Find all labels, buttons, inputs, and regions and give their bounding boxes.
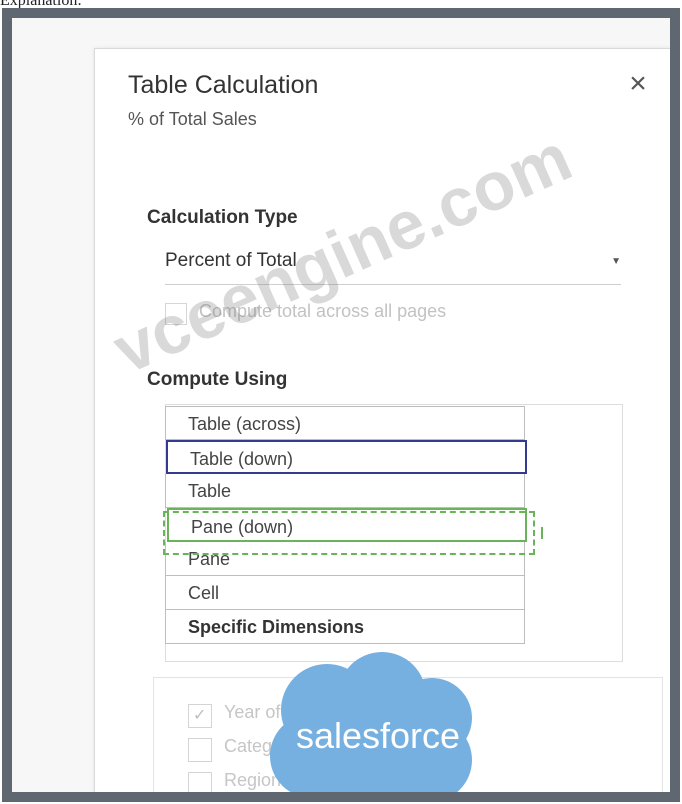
compute-using-item[interactable]: Pane (down) bbox=[167, 508, 527, 542]
compute-using-item[interactable]: Cell bbox=[165, 576, 525, 610]
compute-total-label: Compute total across all pages bbox=[199, 301, 447, 321]
dimension-checkbox[interactable]: ✓ bbox=[188, 704, 212, 728]
calculation-type-select[interactable]: Percent of Total ▼ bbox=[165, 244, 621, 285]
close-icon[interactable]: × bbox=[623, 69, 653, 99]
compute-using-list: Table (across) Table (down) Table Pane (… bbox=[165, 406, 527, 644]
compute-using-item[interactable]: Table (across) bbox=[165, 406, 525, 440]
salesforce-logo: salesforce bbox=[252, 648, 502, 792]
compute-using-label: Compute Using bbox=[147, 369, 288, 390]
salesforce-logo-text: salesforce bbox=[296, 715, 460, 756]
chevron-down-icon: ▼ bbox=[611, 256, 621, 267]
dialog-subtitle: % of Total Sales bbox=[128, 109, 257, 129]
compute-using-item[interactable]: Table (down) bbox=[166, 440, 527, 474]
pane-down-marker bbox=[541, 527, 543, 539]
dialog-title: Table Calculation bbox=[128, 71, 319, 99]
screenshot-frame: Table Calculation % of Total Sales × Cal… bbox=[2, 8, 680, 802]
check-icon: ✓ bbox=[193, 707, 207, 724]
tableau-canvas: Table Calculation % of Total Sales × Cal… bbox=[12, 18, 670, 792]
dimension-checkbox[interactable] bbox=[188, 738, 212, 762]
calculation-type-label: Calculation Type bbox=[147, 207, 298, 228]
salesforce-cloud-icon: salesforce bbox=[270, 652, 472, 792]
dimension-checkbox[interactable] bbox=[188, 772, 212, 792]
compute-total-checkbox[interactable] bbox=[165, 303, 187, 325]
calculation-type-value: Percent of Total bbox=[165, 250, 297, 271]
compute-using-item[interactable]: Specific Dimensions bbox=[165, 610, 525, 644]
compute-using-item[interactable]: Table bbox=[165, 474, 525, 508]
compute-using-item[interactable]: Pane bbox=[165, 542, 525, 576]
